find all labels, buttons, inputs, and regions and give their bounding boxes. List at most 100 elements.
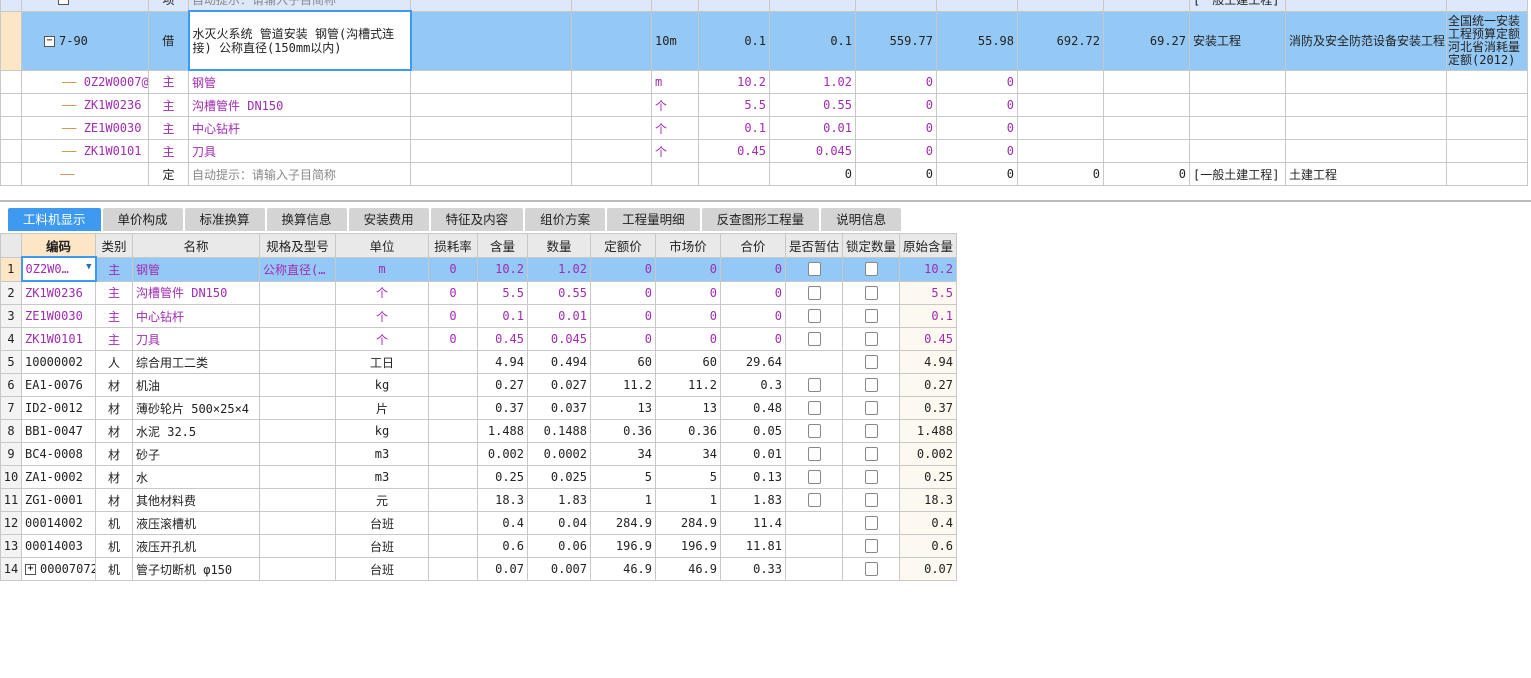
column-header[interactable]: 类别 bbox=[95, 233, 133, 258]
quota-cell: 34 bbox=[590, 442, 656, 466]
table-row[interactable]: − 项 自动提示：请输入子目简称 [一般土建工程] bbox=[0, 0, 1528, 12]
lock-qty-checkbox[interactable] bbox=[864, 470, 878, 485]
table-row[interactable]: 6 EA1-0076 材机油 kg 0.27 0.027 11.2 11.2 0.3 0.27 bbox=[0, 373, 957, 397]
code-cell[interactable]: 10000002 bbox=[21, 350, 96, 374]
estimate-checkbox[interactable] bbox=[807, 493, 821, 508]
code-cell[interactable]: 00014002 bbox=[21, 511, 96, 535]
lock-qty-checkbox[interactable] bbox=[864, 309, 878, 324]
estimate-checkbox[interactable] bbox=[807, 262, 821, 277]
table-row[interactable]: —— 0Z2W0007@1主钢管m10.21.0200 bbox=[0, 69, 1528, 94]
column-header[interactable]: 编码 bbox=[21, 233, 96, 258]
column-header[interactable]: 合价 bbox=[720, 233, 786, 258]
name-cell-editing[interactable]: 水灭火系统 管道安装 钢管(沟槽式连接) 公称直径(150mm以内) bbox=[187, 10, 412, 71]
quota-cell: 284.9 bbox=[590, 511, 656, 535]
table-row[interactable]: 1 ▼ 0Z2W0… 主钢管 公称直径(… m 0 10.2 1.02 0 0 0 10.2 bbox=[0, 256, 957, 282]
table-row[interactable]: 4 ZK1W0101 主刀具个 0 0.45 0.045 0 0 0 0.45 bbox=[0, 327, 957, 351]
tab-5[interactable]: 特征及内容 bbox=[430, 208, 524, 231]
tab-0[interactable]: 工料机显示 bbox=[8, 208, 101, 231]
table-row[interactable]: —— ZK1W0236 主沟槽管件 DN150 个 5.5 0.55 0 0 bbox=[0, 93, 1528, 117]
code-cell[interactable]: ZK1W0101 bbox=[21, 327, 96, 351]
column-header[interactable]: 单位 bbox=[335, 233, 429, 258]
table-row[interactable]: 10 ZA1-0002 材水 m3 0.25 0.025 5 5 0.13 0.25 bbox=[0, 465, 957, 489]
tab-3[interactable]: 换算信息 bbox=[266, 208, 347, 231]
code-cell[interactable]: ZG1-0001 bbox=[21, 488, 96, 512]
splitter[interactable] bbox=[0, 200, 1531, 202]
table-row[interactable]: 13 00014003 机液压开孔机 台班 0.6 0.06 196.9 196.9 11.81… bbox=[0, 534, 957, 558]
name-cell[interactable]: 刀具 bbox=[188, 139, 411, 163]
table-row[interactable]: 5 10000002 人综合用工二类 工日 4.94 0.494 60 60 29.64 4.94 bbox=[0, 350, 957, 374]
lock-qty-checkbox[interactable] bbox=[864, 378, 878, 393]
lock-qty-checkbox[interactable] bbox=[864, 516, 878, 531]
lock-qty-checkbox[interactable] bbox=[864, 332, 878, 347]
lock-qty-checkbox[interactable] bbox=[864, 424, 878, 439]
tab-6[interactable]: 组价方案 bbox=[525, 208, 606, 231]
table-row[interactable]: —— ZE1W0030 主中心钻杆个 0.1 0.01 0 0 bbox=[0, 116, 1528, 140]
column-header[interactable]: 名称 bbox=[132, 233, 260, 258]
lock-qty-checkbox[interactable] bbox=[864, 447, 878, 462]
lock-qty-checkbox[interactable] bbox=[864, 562, 878, 577]
tab-7[interactable]: 工程量明细 bbox=[607, 208, 700, 231]
estimate-checkbox[interactable] bbox=[807, 470, 821, 485]
column-header[interactable]: 锁定数量 bbox=[842, 233, 900, 258]
estimate-checkbox[interactable] bbox=[807, 309, 821, 324]
column-header[interactable]: 规格及型号 bbox=[259, 233, 336, 258]
lock-qty-checkbox[interactable] bbox=[864, 262, 878, 277]
code-cell[interactable]: EA1-0076 bbox=[21, 373, 96, 397]
code-cell[interactable]: ZE1W0030 bbox=[21, 304, 96, 328]
table-row[interactable]: 9 BC4-0008 材砂子 m3 0.002 0.0002 34 34 0.01 0.002 bbox=[0, 442, 957, 466]
lock-qty-checkbox[interactable] bbox=[864, 355, 878, 370]
collapse-icon[interactable]: − bbox=[58, 0, 69, 6]
column-header[interactable]: 原始含量 bbox=[899, 233, 957, 258]
tab-9[interactable]: 说明信息 bbox=[821, 208, 902, 231]
column-header[interactable]: 定额价 bbox=[590, 233, 656, 258]
tab-1[interactable]: 单价构成 bbox=[102, 208, 183, 231]
name-cell: 机油 bbox=[132, 373, 260, 397]
code-cell[interactable]: ▼ 0Z2W0… bbox=[20, 256, 97, 282]
collapse-icon[interactable]: − bbox=[44, 35, 55, 47]
code-cell[interactable]: ID2-0012 bbox=[21, 396, 96, 420]
code-cell[interactable]: ZA1-0002 bbox=[21, 465, 96, 489]
estimate-checkbox[interactable] bbox=[807, 286, 821, 300]
name-cell[interactable]: 中心钻杆 bbox=[188, 116, 411, 140]
name-cell[interactable]: 钢管 bbox=[188, 69, 411, 94]
dropdown-arrow-icon[interactable]: ▼ bbox=[86, 262, 91, 272]
table-row[interactable]: 7 ID2-0012 材薄砂轮片 500×25×4 片 0.37 0.037 13 13 0.4… bbox=[0, 396, 957, 420]
code-cell[interactable]: 00014003 bbox=[21, 534, 96, 558]
lock-qty-checkbox[interactable] bbox=[864, 286, 878, 300]
total-cell: 0.01 bbox=[720, 442, 786, 466]
tab-4[interactable]: 安装费用 bbox=[348, 208, 429, 231]
table-row[interactable]: 11 ZG1-0001 材其他材料费元 18.3 1.83 1 1 1.83 18.3 bbox=[0, 488, 957, 512]
column-header[interactable]: 是否暂估 bbox=[785, 233, 843, 258]
code-cell[interactable]: ZK1W0236 bbox=[21, 280, 96, 305]
table-row-selected[interactable]: −7-90 借 水灭火系统 管道安装 钢管(沟槽式连接) 公称直径(150mm以… bbox=[0, 10, 1528, 71]
column-header[interactable]: 损耗率 bbox=[428, 233, 478, 258]
type-cell: 材 bbox=[95, 488, 133, 512]
tab-2[interactable]: 标准换算 bbox=[184, 208, 265, 231]
table-row[interactable]: 12 00014002 机液压滚槽机 台班 0.4 0.04 284.9 284.9 11.4 0… bbox=[0, 511, 957, 535]
name-cell[interactable]: 沟槽管件 DN150 bbox=[188, 93, 411, 117]
expand-icon[interactable]: + bbox=[25, 564, 36, 575]
lock-qty-checkbox[interactable] bbox=[864, 401, 878, 416]
unit-cell: kg bbox=[335, 373, 429, 397]
column-header[interactable]: 含量 bbox=[477, 233, 528, 258]
name-input[interactable]: 自动提示：请输入子目简称 bbox=[188, 162, 411, 186]
column-header[interactable]: 市场价 bbox=[655, 233, 721, 258]
estimate-checkbox[interactable] bbox=[807, 401, 821, 416]
tab-8[interactable]: 反查图形工程量 bbox=[701, 208, 820, 231]
estimate-checkbox[interactable] bbox=[807, 424, 821, 439]
code-cell[interactable]: BC4-0008 bbox=[21, 442, 96, 466]
table-row[interactable]: 8 BB1-0047 材水泥 32.5 kg 1.488 0.1488 0.36 0.36 0.… bbox=[0, 419, 957, 443]
table-row[interactable]: 14 +00007072 机管子切断机 φ150 台班 0.07 0.007 46.9 46.… bbox=[0, 557, 957, 581]
table-row[interactable]: —— ZK1W0101 主刀具个 0.45 0.045 0 0 bbox=[0, 139, 1528, 163]
table-row[interactable]: 3 ZE1W0030 主中心钻杆个 0 0.1 0.01 0 0 0 0.1 bbox=[0, 304, 957, 328]
estimate-checkbox[interactable] bbox=[807, 332, 821, 347]
estimate-checkbox[interactable] bbox=[807, 378, 821, 393]
code-cell[interactable]: BB1-0047 bbox=[21, 419, 96, 443]
code-cell[interactable]: +00007072 bbox=[21, 557, 96, 581]
lock-qty-checkbox[interactable] bbox=[864, 539, 878, 554]
lock-qty-checkbox[interactable] bbox=[864, 493, 878, 508]
estimate-checkbox[interactable] bbox=[807, 447, 821, 462]
table-row[interactable]: 2 ZK1W0236 主沟槽管件 DN150 个 0 5.5 0.55 0 0 0 5.5 bbox=[0, 280, 957, 305]
table-row-empty[interactable]: —— 定自动提示：请输入子目简称 0 0 0 0 0 [一般土建工程] 土建工程 bbox=[0, 162, 1528, 186]
column-header[interactable]: 数量 bbox=[527, 233, 591, 258]
